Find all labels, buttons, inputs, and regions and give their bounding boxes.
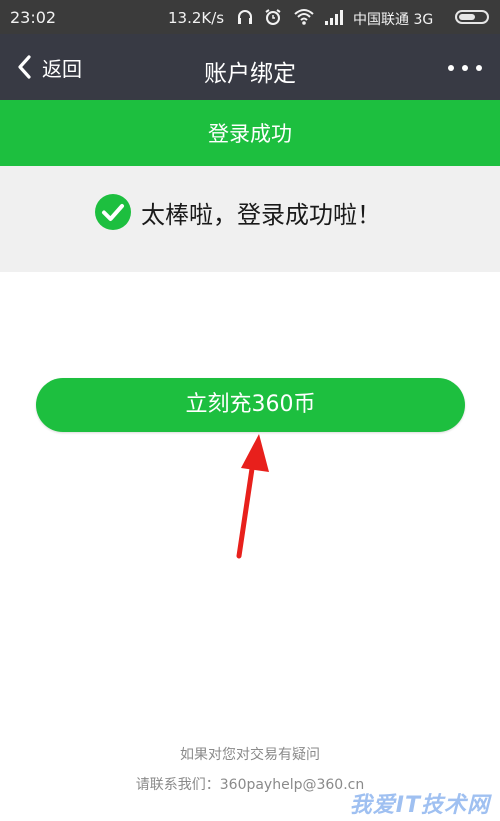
- app-screen: 23:02 13.2K/s 中国联通 3G 返回 账户绑定 登录成功 太棒啦，登…: [0, 0, 500, 821]
- main-content: 立刻充360币 如果对您对交易有疑问 请联系我们：360payhelp@360.…: [0, 272, 500, 821]
- page-title: 账户绑定: [204, 61, 296, 87]
- status-bar: 23:02 13.2K/s 中国联通 3G: [0, 0, 500, 34]
- success-message-area: 太棒啦，登录成功啦！: [0, 166, 500, 272]
- wifi-icon: [294, 8, 314, 30]
- nav-header: 返回 账户绑定: [0, 34, 500, 100]
- footer-question-text: 如果对您对交易有疑问: [180, 747, 320, 763]
- site-watermark: 我爱IT技术网: [349, 793, 490, 818]
- network-speed: 13.2K/s: [168, 9, 225, 27]
- more-dot-icon: [462, 65, 468, 71]
- headset-icon: [236, 8, 254, 30]
- success-banner-text: 登录成功: [208, 122, 292, 146]
- success-banner: 登录成功: [0, 100, 500, 166]
- more-dot-icon: [476, 65, 482, 71]
- battery-icon: [455, 10, 489, 24]
- recharge-360-coin-button[interactable]: 立刻充360币: [36, 378, 465, 432]
- success-message-row: 太棒啦，登录成功啦！: [0, 194, 500, 230]
- check-circle-icon: [95, 194, 131, 230]
- status-time: 23:02: [10, 8, 57, 27]
- success-message-text: 太棒啦，登录成功啦！: [141, 200, 381, 229]
- red-arrow-annotation: [236, 434, 269, 559]
- more-options-button[interactable]: [448, 56, 482, 80]
- signal-icon: [324, 8, 346, 30]
- more-dot-icon: [448, 65, 454, 71]
- battery-level: [459, 14, 475, 20]
- carrier-label: 中国联通 3G: [353, 12, 434, 28]
- alarm-icon: [264, 8, 282, 30]
